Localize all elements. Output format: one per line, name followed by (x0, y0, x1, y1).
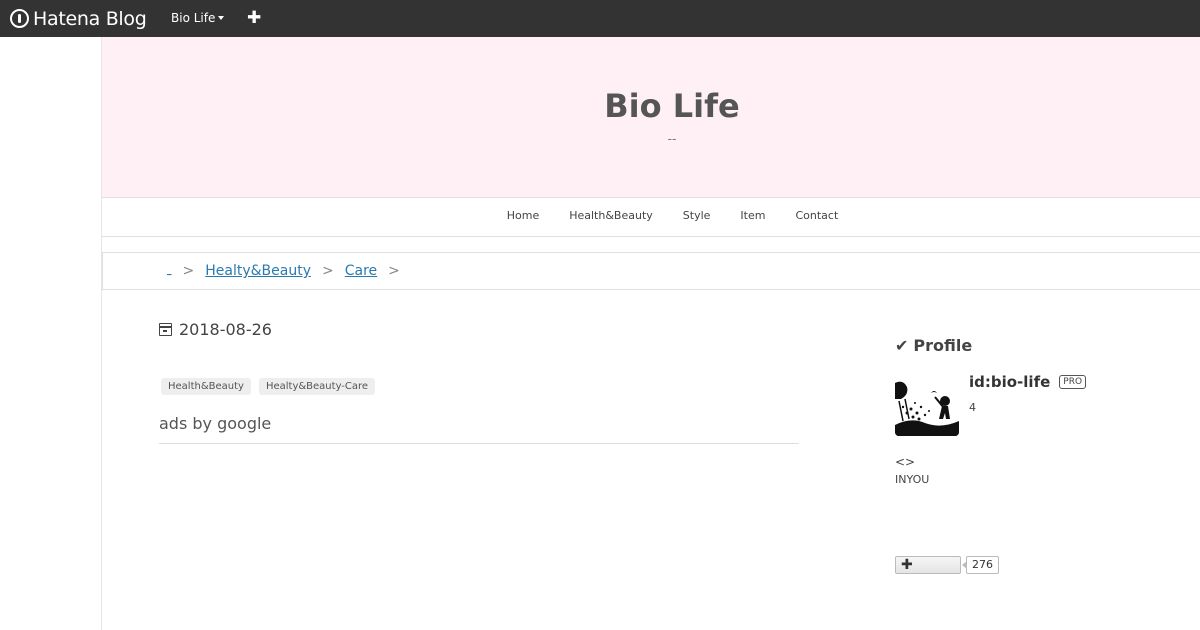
blog-menu-label: Bio Life (171, 11, 216, 25)
plus-icon: ✚ (901, 557, 913, 573)
global-nav: Home Health&Beauty Style Item Contact (102, 198, 1200, 237)
nav-item-home[interactable]: Home (507, 209, 539, 222)
check-icon: ✔ (895, 336, 909, 355)
caret-down-icon (218, 16, 225, 20)
ads-label: ads by google (159, 414, 272, 433)
breadcrumb-separator: > (182, 263, 195, 279)
calendar-icon (159, 323, 172, 336)
tag-healty-beauty-care[interactable]: Healty&Beauty-Care (258, 378, 376, 395)
blog-description: -- (667, 132, 677, 146)
breadcrumb-home-link[interactable]: _ (167, 266, 172, 276)
bookmark-button[interactable]: ✚ (895, 556, 961, 574)
profile-heading: ✔ Profile (895, 336, 972, 355)
tag-health-beauty[interactable]: Health&Beauty (161, 378, 251, 395)
breadcrumb-link-care[interactable]: Care (345, 263, 377, 279)
article-date[interactable]: 2018-08-26 (159, 320, 272, 339)
breadcrumb-separator: > (388, 263, 400, 279)
blog-header: Bio Life -- (102, 37, 1200, 198)
breadcrumb-link-healty-beauty[interactable]: Healty&Beauty (205, 263, 311, 279)
profile-text-brackets: <> (895, 455, 916, 469)
blog-title[interactable]: Bio Life (102, 87, 1200, 125)
left-gutter (0, 37, 102, 630)
avatar-silhouette-icon (895, 373, 959, 436)
profile-id[interactable]: id:bio-life PRO (969, 373, 1087, 391)
hatena-blog-logo[interactable]: Hatena Blog (10, 7, 147, 30)
article-date-text: 2018-08-26 (179, 320, 272, 339)
profile-heading-text: Profile (913, 336, 973, 355)
avatar[interactable] (895, 373, 959, 436)
breadcrumb-separator: > (321, 263, 334, 279)
hatena-logo-icon (10, 9, 29, 28)
bookmark-count[interactable]: 276 (962, 556, 999, 574)
breadcrumb: _ > Healty&Beauty > Care > (102, 252, 1200, 290)
nav-item-contact[interactable]: Contact (795, 209, 838, 222)
top-bar: Hatena Blog Bio Life ✚ (0, 0, 1200, 37)
divider (159, 443, 799, 444)
logo-text: Hatena Blog (33, 7, 147, 30)
article-tags: Health&Beauty Healty&Beauty-Care (161, 378, 376, 395)
add-plus-icon[interactable]: ✚ (247, 8, 261, 28)
profile-id-text: id:bio-life (969, 373, 1051, 391)
pro-badge: PRO (1059, 375, 1087, 389)
profile-count: 4 (969, 401, 976, 414)
nav-item-item[interactable]: Item (740, 209, 765, 222)
nav-item-health-beauty[interactable]: Health&Beauty (569, 209, 653, 222)
nav-item-style[interactable]: Style (683, 209, 711, 222)
blog-menu[interactable]: Bio Life (171, 11, 225, 25)
profile-text-inyou: INYOU (895, 473, 930, 486)
